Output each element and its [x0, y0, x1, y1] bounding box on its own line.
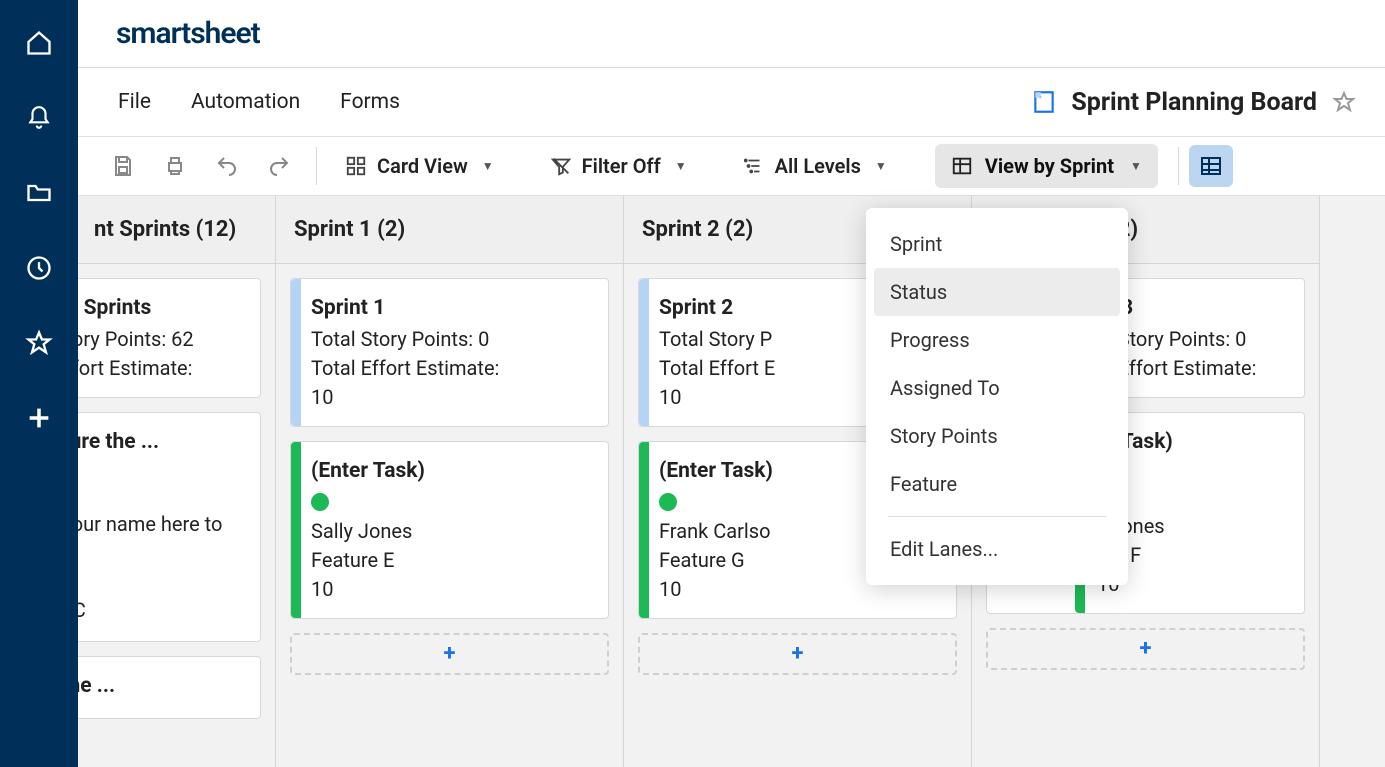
bell-icon[interactable]: [24, 103, 54, 133]
dropdown-item-story-points[interactable]: Story Points: [866, 412, 1128, 460]
dropdown-item-progress[interactable]: Progress: [866, 316, 1128, 364]
card-line: al Effort Estimate:: [78, 354, 244, 383]
card-assignee: Sally Jones: [311, 517, 592, 546]
task-card[interactable]: (Enter Task) Sally Jones Feature E 10: [290, 441, 609, 618]
card-stripe: [291, 442, 301, 617]
card-stripe: [639, 442, 649, 617]
dropdown-item-edit-lanes[interactable]: Edit Lanes...: [866, 525, 1128, 573]
menu-forms[interactable]: Forms: [340, 90, 400, 114]
dropdown-item-status[interactable]: Status: [874, 268, 1120, 316]
dropdown-item-feature[interactable]: Feature: [866, 460, 1128, 508]
brand-bar: smartsheet: [78, 0, 1385, 68]
card-title: nfigure the ...: [78, 427, 244, 457]
lane-header[interactable]: Sprint 1 (2): [276, 196, 623, 264]
sheet-type-icon: [1031, 89, 1057, 115]
filter-button[interactable]: Filter Off ▼: [542, 148, 695, 184]
chevron-down-icon: ▼: [482, 159, 494, 173]
status-dot-icon: [659, 493, 677, 511]
card-line: 10: [311, 383, 592, 412]
chevron-down-icon: ▼: [1130, 159, 1142, 173]
card-line: ture C: [78, 596, 244, 625]
levels-button[interactable]: All Levels ▼: [735, 148, 895, 184]
dropdown-item-assigned-to[interactable]: Assigned To: [866, 364, 1128, 412]
card-title: Sprint 1: [311, 293, 592, 323]
lane-summary-card[interactable]: rrent Sprints al Story Points: 62 al Eff…: [78, 278, 261, 398]
create-icon[interactable]: [24, 403, 54, 433]
dropdown-item-sprint[interactable]: Sprint: [866, 220, 1128, 268]
left-nav-rail: [0, 0, 78, 767]
card-line: Total Effort Estimate:: [311, 354, 592, 383]
task-card[interactable]: de the ...: [78, 656, 261, 718]
card-stripe: [291, 279, 301, 426]
lane-summary-card[interactable]: Sprint 1 Total Story Points: 0 Total Eff…: [290, 278, 609, 427]
undo-icon[interactable]: [210, 149, 244, 183]
add-card-button[interactable]: +: [290, 633, 609, 675]
lane-header[interactable]: nt Sprints (12): [78, 196, 275, 264]
dropdown-divider: [888, 516, 1106, 517]
favorite-toggle-icon[interactable]: [1331, 89, 1357, 115]
redo-icon[interactable]: [262, 149, 296, 183]
board: nt Sprints (12) rrent Sprints al Story P…: [78, 196, 1385, 767]
save-icon[interactable]: [106, 149, 140, 183]
menu-bar: File Automation Forms Sprint Planning Bo…: [78, 68, 1385, 136]
menu-automation[interactable]: Automation: [191, 90, 300, 114]
print-icon[interactable]: [158, 149, 192, 183]
card-line: ert your name here to us...: [78, 510, 244, 568]
grid-view-toggle[interactable]: [1189, 145, 1233, 187]
toolbar: Card View ▼ Filter Off ▼ All Levels ▼ Vi…: [78, 136, 1385, 196]
card-feature: Feature E: [311, 546, 592, 575]
task-card[interactable]: nfigure the ... ert your name here to us…: [78, 412, 261, 642]
add-card-button[interactable]: +: [638, 633, 957, 675]
status-dot-icon: [311, 493, 329, 511]
view-by-dropdown: Sprint Status Progress Assigned To Story…: [866, 208, 1128, 585]
add-card-button[interactable]: +: [986, 628, 1305, 670]
card-points: 10: [311, 575, 592, 604]
view-switcher-label: Card View: [377, 154, 468, 178]
menu-file[interactable]: File: [118, 90, 151, 114]
lane-current-sprints: nt Sprints (12) rrent Sprints al Story P…: [78, 196, 276, 767]
card-line: al Story Points: 62: [78, 325, 244, 354]
recents-icon[interactable]: [24, 253, 54, 283]
view-switcher[interactable]: Card View ▼: [337, 148, 502, 184]
home-icon[interactable]: [24, 28, 54, 58]
filter-label: Filter Off: [582, 154, 661, 178]
chevron-down-icon: ▼: [875, 159, 887, 173]
card-title: rrent Sprints: [78, 293, 244, 323]
card-stripe: [639, 279, 649, 426]
lane-sprint-1: Sprint 1 (2) Sprint 1 Total Story Points…: [276, 196, 624, 767]
view-by-button[interactable]: View by Sprint ▼: [935, 144, 1158, 188]
card-title: (Enter Task): [311, 456, 592, 486]
chevron-down-icon: ▼: [675, 159, 687, 173]
brand-logo: smartsheet: [116, 16, 260, 51]
card-title: de the ...: [78, 671, 244, 701]
folder-icon[interactable]: [24, 178, 54, 208]
view-by-label: View by Sprint: [985, 154, 1114, 178]
levels-label: All Levels: [775, 154, 861, 178]
favorites-icon[interactable]: [24, 328, 54, 358]
sheet-title: Sprint Planning Board: [1071, 88, 1317, 117]
card-line: Total Story Points: 0: [311, 325, 592, 354]
